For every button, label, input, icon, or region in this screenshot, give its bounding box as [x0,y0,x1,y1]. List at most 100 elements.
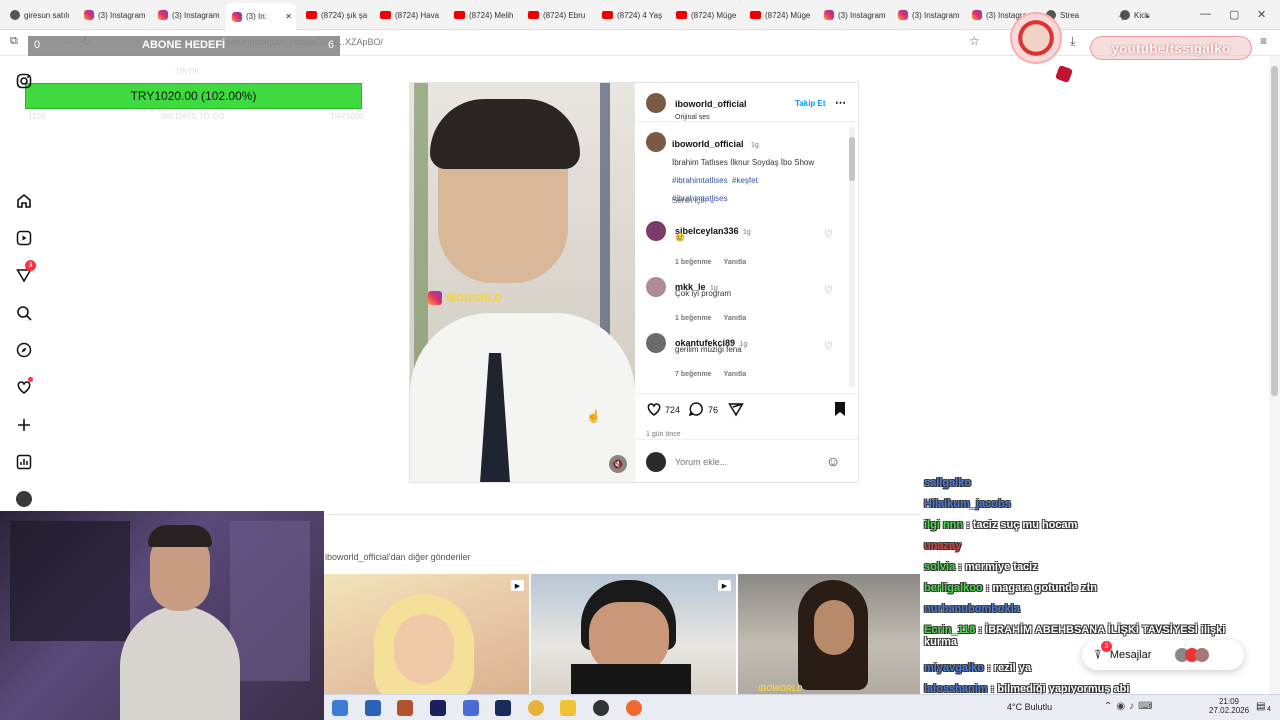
maximize-button[interactable]: ▢ [1229,8,1239,21]
notification-center-icon[interactable]: ▤ [1256,701,1265,712]
emoji-icon[interactable]: ☺ [826,453,840,469]
menu-icon[interactable]: ≡ [1260,34,1267,48]
mute-icon[interactable]: 🔇 [609,455,627,473]
chat-username[interactable]: Ecrin_118 [924,624,975,636]
download-icon[interactable]: ⤓ [1070,34,1075,49]
comment-likes[interactable]: 1 beğenme [675,315,712,322]
like-icon[interactable] [646,401,662,422]
follow-button[interactable]: Takip Et [795,99,826,108]
reply-button[interactable]: Yanıtla [724,315,747,322]
comment-like-icon[interactable]: ♡ [824,229,833,240]
reply-button[interactable]: Yanıtla [724,371,747,378]
caption-user[interactable]: iboworld_official [672,139,744,149]
messages-icon[interactable]: 3 [14,260,36,285]
chat-message: unazay [924,540,1254,552]
chat-message: nurbanubombokla [924,603,1254,615]
chat-text: mermiye taciz [964,561,1038,573]
comment-like-icon[interactable]: ♡ [824,341,833,352]
new-tab-button[interactable]: ＋ [1117,8,1128,24]
reply-button[interactable]: Yanıtla [724,259,747,266]
comments-scrollbar[interactable] [849,127,855,387]
more-post-thumbnail[interactable]: IBOWORLD [738,574,920,694]
tabs-icon[interactable]: ⧉ [10,35,18,48]
commenter-avatar[interactable] [646,333,666,353]
goal-title: ABONE HEDEFİ [142,39,226,51]
comment-count: 76 [708,405,719,415]
chat-username[interactable]: solvia [924,561,955,573]
chat-username[interactable]: berligalkoo [924,582,983,594]
bookmark-star-icon[interactable]: ☆ [969,34,980,48]
comment-input[interactable] [675,455,815,469]
hashtag[interactable]: #ibrahimtatlises [672,176,728,185]
notifications-heart-icon[interactable] [14,377,34,397]
save-bookmark-icon[interactable] [833,401,847,422]
comment-likes[interactable]: 1 beğenme [675,259,712,266]
system-tray-icons[interactable]: ⌃◉♪⌨ [1104,701,1157,712]
browser-tab[interactable]: (8724) Ebru [522,4,592,26]
file-explorer-icon[interactable] [560,700,576,716]
home-icon[interactable] [14,191,34,211]
chat-username[interactable]: miyavgalko [924,662,984,674]
profile-avatar-icon[interactable] [14,489,34,509]
chat-username[interactable]: Hilalkum_jacobs [924,498,1011,510]
browser-tab[interactable]: (8724) Melih [448,4,518,26]
commenter-avatar[interactable] [646,221,666,241]
share-icon[interactable] [728,401,744,422]
goal-label-top: TIKTIK [175,67,200,76]
chat-username[interactable]: sallgalko [924,477,971,489]
obs-icon[interactable] [593,700,609,716]
browser-tab[interactable]: (8724) Müge [744,4,814,26]
chat-username[interactable]: unazay [924,540,961,552]
author-avatar[interactable] [646,93,666,113]
firefox-icon[interactable] [626,700,642,716]
more-post-thumbnail[interactable]: ▶ [531,574,736,694]
photoshop-icon[interactable] [495,700,511,716]
page-scrollbar[interactable] [1269,56,1280,694]
browser-tab[interactable]: (3) In: ✕ [226,3,296,30]
outlook-icon[interactable] [365,700,381,716]
comment-like-icon[interactable]: ♡ [824,285,833,296]
tab-label: (3) In: [246,12,267,21]
browser-tab[interactable]: (8724) 4 Yaş [596,4,666,26]
chrome-icon[interactable] [528,700,544,716]
browser-tab[interactable]: (8724) Hava [374,4,444,26]
chat-username[interactable]: ilgi nnn [924,519,963,531]
browser-tab[interactable]: (3) Instagram [152,4,222,26]
reels-icon[interactable] [14,228,34,248]
tab-label: (3) Instagram [838,10,886,20]
search-icon[interactable] [14,303,34,323]
comment-likes[interactable]: 7 beğenme [675,371,712,378]
browser-tab[interactable]: (8724) Müge [670,4,740,26]
hashtag[interactable]: #keşfet [732,176,758,185]
more-options-icon[interactable]: ⋯ [835,96,846,109]
more-post-thumbnail[interactable]: ▶ [324,574,529,694]
close-window-button[interactable]: ✕ [1257,8,1266,21]
explore-icon[interactable] [14,340,34,360]
browser-tab[interactable]: giresun satılı [4,4,74,26]
divider [635,121,859,122]
premiere-icon[interactable] [430,700,446,716]
commenter-avatar[interactable] [646,277,666,297]
comment-icon[interactable] [688,401,704,422]
weather-widget[interactable]: 4°C Bulutlu [1007,702,1052,712]
minimize-button[interactable]: — [1200,8,1211,20]
tab-list-button[interactable]: ⌄ [1143,8,1152,21]
dashboard-icon[interactable] [14,452,34,472]
post-video[interactable]: IBOWORLD 🔇 ☝ [410,83,635,482]
start-icon[interactable] [332,700,348,716]
app-icon[interactable] [397,700,413,716]
create-icon[interactable] [14,415,34,435]
messages-button[interactable]: ⍒ 3 Mesajlar [1082,640,1244,670]
browser-tab[interactable]: (3) Instagram [892,4,962,26]
post-side-panel: iboworld_official Orijinal ses Takip Et … [635,83,859,482]
caption-avatar[interactable] [646,132,666,152]
network-icon[interactable] [463,700,479,716]
browser-tab[interactable]: (3) Instagram [78,4,148,26]
instagram-logo-icon[interactable] [14,71,34,91]
chat-username[interactable]: nurbanubombokla [924,603,1020,615]
browser-tab[interactable]: (8724) şık şa [300,4,370,26]
comment-sort-dropdown[interactable]: Senin için ⌄ [672,196,716,205]
clock[interactable]: 21:09 27.02.2026 [1209,697,1249,715]
close-tab-icon[interactable]: ✕ [285,12,292,21]
browser-tab[interactable]: (3) Instagram [818,4,888,26]
